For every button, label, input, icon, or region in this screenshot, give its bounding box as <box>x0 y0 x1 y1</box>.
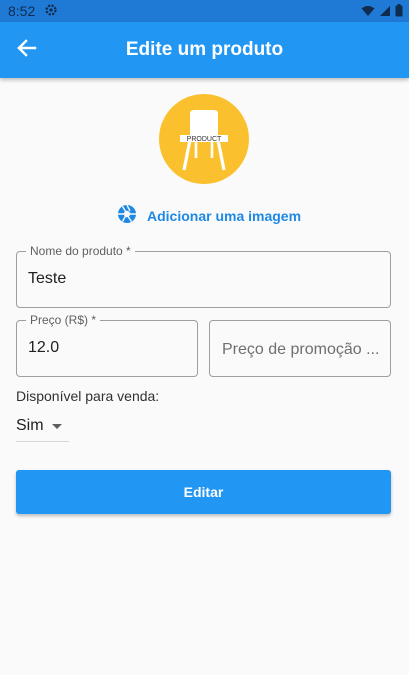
settings-gear-icon <box>44 3 58 17</box>
product-image[interactable]: PRODUCT <box>159 94 249 184</box>
product-name-label: Nome do produto * <box>26 244 135 258</box>
price-label: Preço (R$) * <box>26 313 101 327</box>
wifi-icon <box>361 4 375 22</box>
page-title: Edite um produto <box>125 39 284 60</box>
chair-icon: PRODUCT <box>180 110 228 171</box>
promo-price-field[interactable]: Preço de promoção ... <box>209 320 391 377</box>
camera-shutter-icon <box>117 204 137 229</box>
product-name-field[interactable]: Nome do produto * Teste <box>16 244 391 308</box>
status-time: 8:52 <box>8 3 36 19</box>
edit-button[interactable]: Editar <box>16 470 391 514</box>
product-name-value: Teste <box>28 270 67 287</box>
status-bar: 8:52 <box>0 0 409 22</box>
add-image-label: Adicionar uma imagem <box>147 208 302 224</box>
add-image-button[interactable]: Adicionar uma imagem <box>117 204 302 229</box>
signal-icon <box>379 4 391 22</box>
app-bar: Edite um produto <box>0 22 409 78</box>
price-field[interactable]: Preço (R$) * 12.0 <box>16 313 198 377</box>
available-dropdown-value: Sim <box>16 417 44 434</box>
available-dropdown[interactable]: Sim <box>16 412 69 442</box>
battery-icon <box>395 4 403 22</box>
product-badge-text: PRODUCT <box>187 136 222 143</box>
dropdown-arrow-icon <box>52 424 62 429</box>
promo-price-placeholder: Preço de promoção ... <box>222 341 380 358</box>
price-value: 12.0 <box>28 339 60 356</box>
available-for-sale-label: Disponível para venda: <box>16 388 160 404</box>
